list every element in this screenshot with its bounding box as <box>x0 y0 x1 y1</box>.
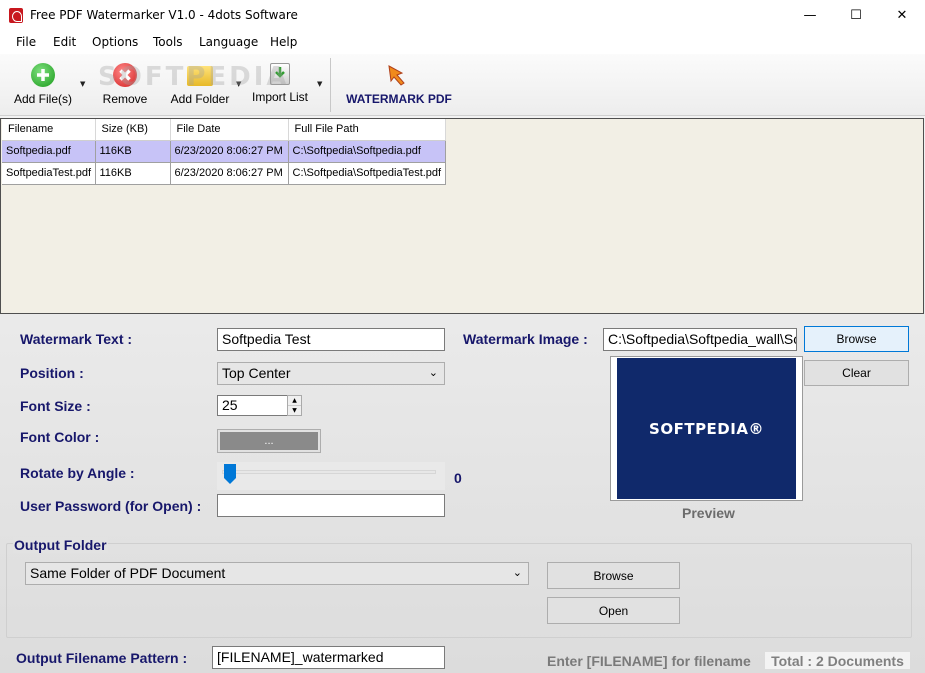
stepper-down-icon[interactable]: ▼ <box>288 406 301 415</box>
watermark-image-label: Watermark Image : <box>463 331 588 347</box>
cell-date: 6/23/2020 8:06:27 PM <box>170 140 289 163</box>
user-password-input[interactable] <box>217 494 445 517</box>
file-table: Filename Size (KB) File Date Full File P… <box>2 119 446 185</box>
watermark-pdf-label: WATERMARK PDF <box>346 92 452 106</box>
position-label: Position : <box>20 365 84 381</box>
output-open-button[interactable]: Open <box>547 597 680 624</box>
rotate-angle-value: 0 <box>454 470 462 486</box>
import-list-dropdown-icon[interactable]: ▼ <box>317 80 322 88</box>
user-password-label: User Password (for Open) : <box>20 498 202 514</box>
close-button[interactable]: ✕ <box>879 0 925 31</box>
cell-path: C:\Softpedia\SoftpediaTest.pdf <box>288 162 446 185</box>
remove-label: Remove <box>102 92 148 106</box>
cell-filename: Softpedia.pdf <box>2 140 96 163</box>
cell-filename: SoftpediaTest.pdf <box>2 162 96 185</box>
toolbar-separator <box>330 58 331 112</box>
minimize-button[interactable]: — <box>787 0 833 31</box>
font-color-label: Font Color : <box>20 429 100 445</box>
watermark-pdf-button[interactable]: WATERMARK PDF <box>344 60 454 112</box>
preview-label: Preview <box>682 505 735 521</box>
clear-image-button[interactable]: Clear <box>804 360 909 386</box>
cell-path: C:\Softpedia\Softpedia.pdf <box>288 140 446 163</box>
column-header-size[interactable]: Size (KB) <box>95 119 171 141</box>
chevron-down-icon: ⌄ <box>512 567 522 579</box>
menu-tools[interactable]: Tools <box>153 35 183 49</box>
cell-size: 116KB <box>95 140 171 163</box>
rotate-angle-slider[interactable] <box>217 462 445 490</box>
output-folder-select[interactable]: Same Folder of PDF Document ⌄ <box>25 562 529 585</box>
chevron-down-icon: ⌄ <box>428 367 438 379</box>
softpedia-watermark-overlay: SOFTPEDIA <box>98 62 290 92</box>
pdf-app-icon <box>9 8 23 23</box>
menu-options[interactable]: Options <box>92 35 138 49</box>
preview-image: SOFTPEDIA® <box>617 358 796 499</box>
table-row[interactable]: SoftpediaTest.pdf 116KB 6/23/2020 8:06:2… <box>2 162 446 185</box>
watermark-arrow-icon <box>386 63 412 87</box>
toolbar: Add File(s) ▼ Remove Add Folder ▼ Import… <box>0 54 925 116</box>
cell-date: 6/23/2020 8:06:27 PM <box>170 162 289 185</box>
title-bar: Free PDF Watermarker V1.0 - 4dots Softwa… <box>0 0 925 31</box>
browse-image-button[interactable]: Browse <box>804 326 909 352</box>
column-header-path[interactable]: Full File Path <box>288 119 446 141</box>
add-files-button[interactable]: Add File(s) <box>10 60 76 112</box>
file-list[interactable]: Filename Size (KB) File Date Full File P… <box>0 118 924 314</box>
add-files-dropdown-icon[interactable]: ▼ <box>80 80 85 88</box>
preview-logo: SOFTPEDIA® <box>649 419 764 438</box>
add-plus-icon <box>31 63 55 87</box>
font-size-stepper[interactable]: ▲ ▼ <box>287 395 302 416</box>
total-documents-status: Total : 2 Documents <box>765 652 910 669</box>
menu-help[interactable]: Help <box>270 35 297 49</box>
column-header-filename[interactable]: Filename <box>2 119 96 141</box>
rotate-angle-label: Rotate by Angle : <box>20 465 135 481</box>
window-title: Free PDF Watermarker V1.0 - 4dots Softwa… <box>30 8 298 22</box>
watermark-text-input[interactable]: Softpedia Test <box>217 328 445 351</box>
column-header-date[interactable]: File Date <box>170 119 289 141</box>
menu-language[interactable]: Language <box>199 35 258 49</box>
add-files-label: Add File(s) <box>13 92 72 106</box>
slider-track[interactable] <box>222 470 436 474</box>
output-filename-pattern-label: Output Filename Pattern : <box>16 650 188 666</box>
watermark-image-input[interactable]: C:\Softpedia\Softpedia_wall\So <box>603 328 797 351</box>
table-header-row: Filename Size (KB) File Date Full File P… <box>2 119 446 141</box>
font-size-input[interactable]: 25 <box>217 395 288 416</box>
output-folder-group <box>6 543 912 638</box>
font-size-label: Font Size : <box>20 398 91 414</box>
watermark-text-label: Watermark Text : <box>20 331 133 347</box>
menu-edit[interactable]: Edit <box>53 35 76 49</box>
output-folder-label: Output Folder <box>13 537 108 553</box>
table-row[interactable]: Softpedia.pdf 116KB 6/23/2020 8:06:27 PM… <box>2 140 446 163</box>
import-list-label: Import List <box>251 90 308 104</box>
output-browse-button[interactable]: Browse <box>547 562 680 589</box>
menu-file[interactable]: File <box>16 35 36 49</box>
font-color-swatch: ... <box>220 432 318 450</box>
add-folder-label: Add Folder <box>170 92 230 106</box>
filename-hint: Enter [FILENAME] for filename <box>547 653 751 669</box>
output-folder-select-value: Same Folder of PDF Document <box>30 565 226 581</box>
font-color-button[interactable]: ... <box>217 429 321 453</box>
menu-bar: File Edit Options Tools Language Help <box>0 31 925 54</box>
stepper-up-icon[interactable]: ▲ <box>288 396 301 406</box>
output-filename-pattern-input[interactable]: [FILENAME]_watermarked <box>212 646 445 669</box>
position-select[interactable]: Top Center ⌄ <box>217 362 445 385</box>
maximize-button[interactable]: ☐ <box>833 0 879 31</box>
position-select-value: Top Center <box>222 365 291 381</box>
cell-size: 116KB <box>95 162 171 185</box>
